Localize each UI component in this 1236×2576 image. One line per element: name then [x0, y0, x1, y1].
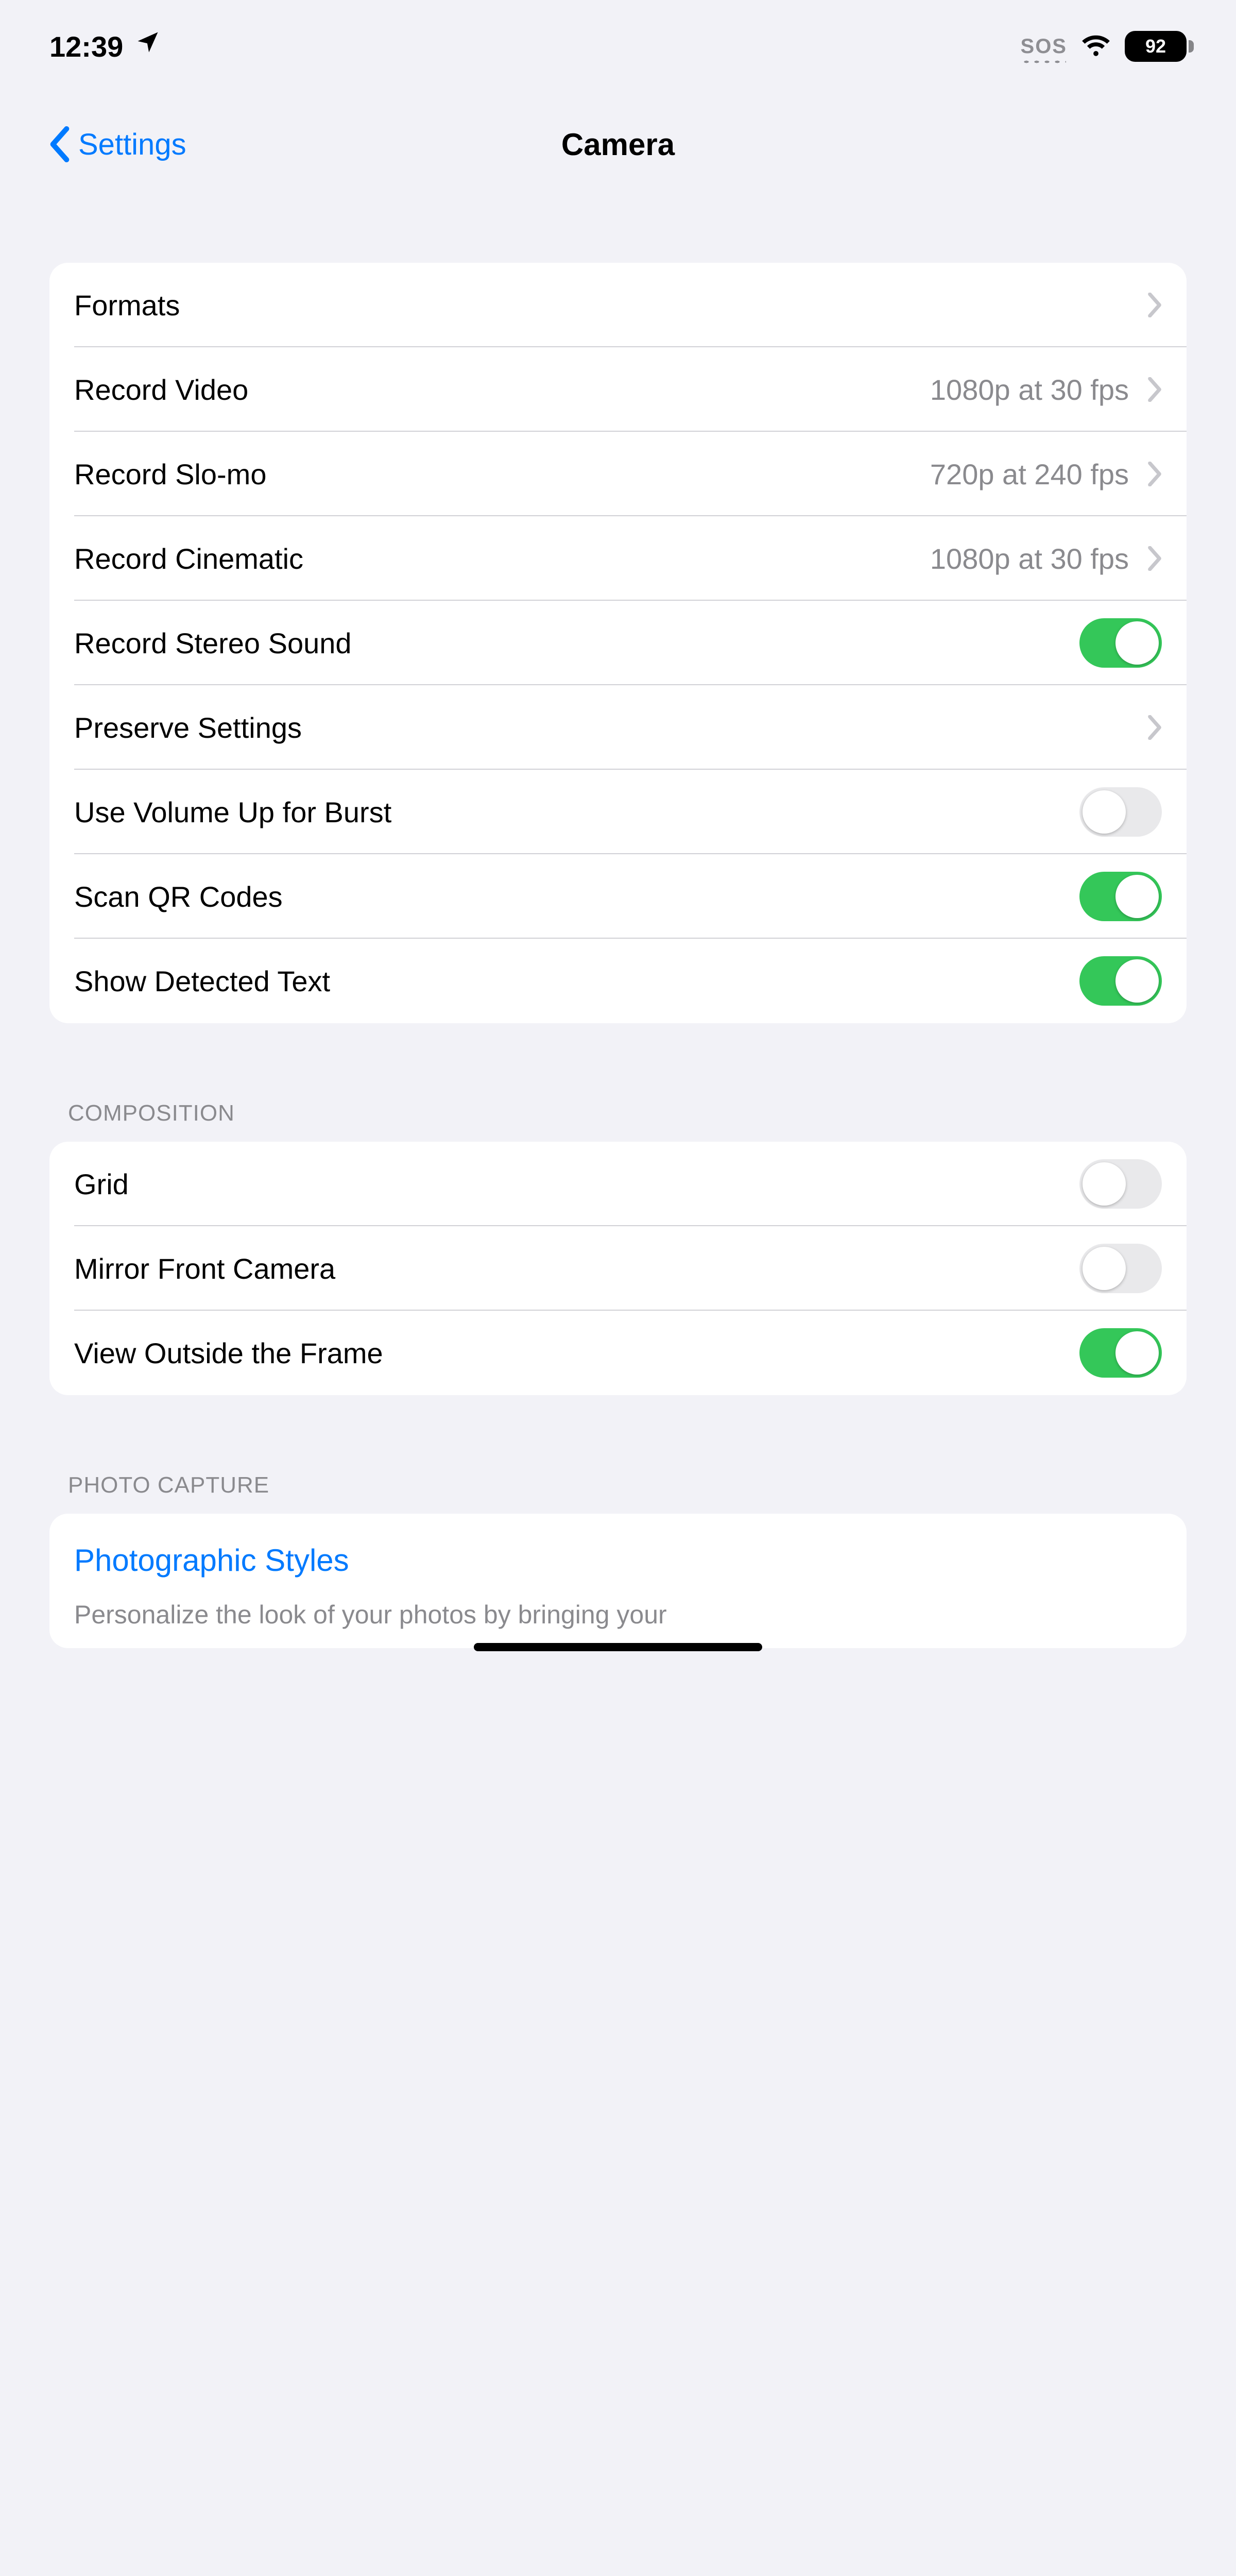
back-button[interactable]: Settings — [49, 126, 186, 162]
sos-indicator: SOS — [1021, 35, 1067, 58]
back-label: Settings — [78, 127, 186, 162]
status-bar: 12:39 SOS 92 — [49, 0, 1187, 93]
location-icon — [134, 29, 161, 62]
row-mirror-front: Mirror Front Camera — [49, 1226, 1187, 1311]
row-label: Record Stereo Sound — [74, 626, 352, 660]
toggle-grid[interactable] — [1079, 1159, 1162, 1209]
row-record-video[interactable]: Record Video 1080p at 30 fps — [49, 347, 1187, 432]
row-label: Mirror Front Camera — [74, 1252, 335, 1285]
photographic-styles-title: Photographic Styles — [49, 1514, 1187, 1587]
settings-group-composition: Grid Mirror Front Camera View Outside th… — [49, 1142, 1187, 1395]
row-value: 1080p at 30 fps — [930, 373, 1129, 406]
chevron-right-icon — [1147, 546, 1162, 571]
row-view-outside: View Outside the Frame — [49, 1311, 1187, 1395]
toggle-record-stereo-sound[interactable] — [1079, 618, 1162, 668]
settings-group-main: Formats Record Video 1080p at 30 fps Rec… — [49, 263, 1187, 1023]
chevron-right-icon — [1147, 462, 1162, 486]
toggle-scan-qr[interactable] — [1079, 872, 1162, 921]
row-value: 720p at 240 fps — [930, 457, 1129, 491]
row-label: Record Video — [74, 373, 248, 406]
toggle-detected-text[interactable] — [1079, 956, 1162, 1006]
row-record-stereo-sound: Record Stereo Sound — [49, 601, 1187, 685]
row-label: Use Volume Up for Burst — [74, 795, 391, 829]
row-detected-text: Show Detected Text — [49, 939, 1187, 1023]
row-label: Grid — [74, 1167, 129, 1201]
wifi-icon — [1080, 30, 1111, 63]
section-header-photo-capture: PHOTO CAPTURE — [68, 1472, 1187, 1498]
row-label: Preserve Settings — [74, 711, 302, 744]
row-scan-qr: Scan QR Codes — [49, 854, 1187, 939]
row-label: Record Cinematic — [74, 542, 303, 575]
chevron-right-icon — [1147, 715, 1162, 740]
page-title: Camera — [561, 127, 675, 162]
row-record-slomo[interactable]: Record Slo-mo 720p at 240 fps — [49, 432, 1187, 516]
chevron-left-icon — [49, 126, 70, 162]
row-preserve-settings[interactable]: Preserve Settings — [49, 685, 1187, 770]
row-record-cinematic[interactable]: Record Cinematic 1080p at 30 fps — [49, 516, 1187, 601]
row-label: View Outside the Frame — [74, 1336, 383, 1370]
section-header-composition: COMPOSITION — [68, 1100, 1187, 1126]
row-label: Scan QR Codes — [74, 880, 283, 913]
status-time: 12:39 — [49, 30, 123, 63]
battery-indicator: 92 — [1125, 31, 1187, 62]
toggle-volume-burst[interactable] — [1079, 787, 1162, 837]
photographic-styles-description: Personalize the look of your photos by b… — [49, 1587, 1187, 1638]
row-value: 1080p at 30 fps — [930, 542, 1129, 575]
chevron-right-icon — [1147, 293, 1162, 317]
toggle-view-outside[interactable] — [1079, 1328, 1162, 1378]
row-label: Show Detected Text — [74, 964, 330, 998]
row-grid: Grid — [49, 1142, 1187, 1226]
settings-group-photographic-styles[interactable]: Photographic Styles Personalize the look… — [49, 1514, 1187, 1648]
row-label: Record Slo-mo — [74, 457, 266, 491]
row-formats[interactable]: Formats — [49, 263, 1187, 347]
chevron-right-icon — [1147, 377, 1162, 402]
nav-bar: Settings Camera — [49, 93, 1187, 196]
row-volume-burst: Use Volume Up for Burst — [49, 770, 1187, 854]
row-label: Formats — [74, 289, 180, 322]
home-indicator[interactable] — [474, 1643, 762, 1651]
toggle-mirror-front[interactable] — [1079, 1244, 1162, 1293]
